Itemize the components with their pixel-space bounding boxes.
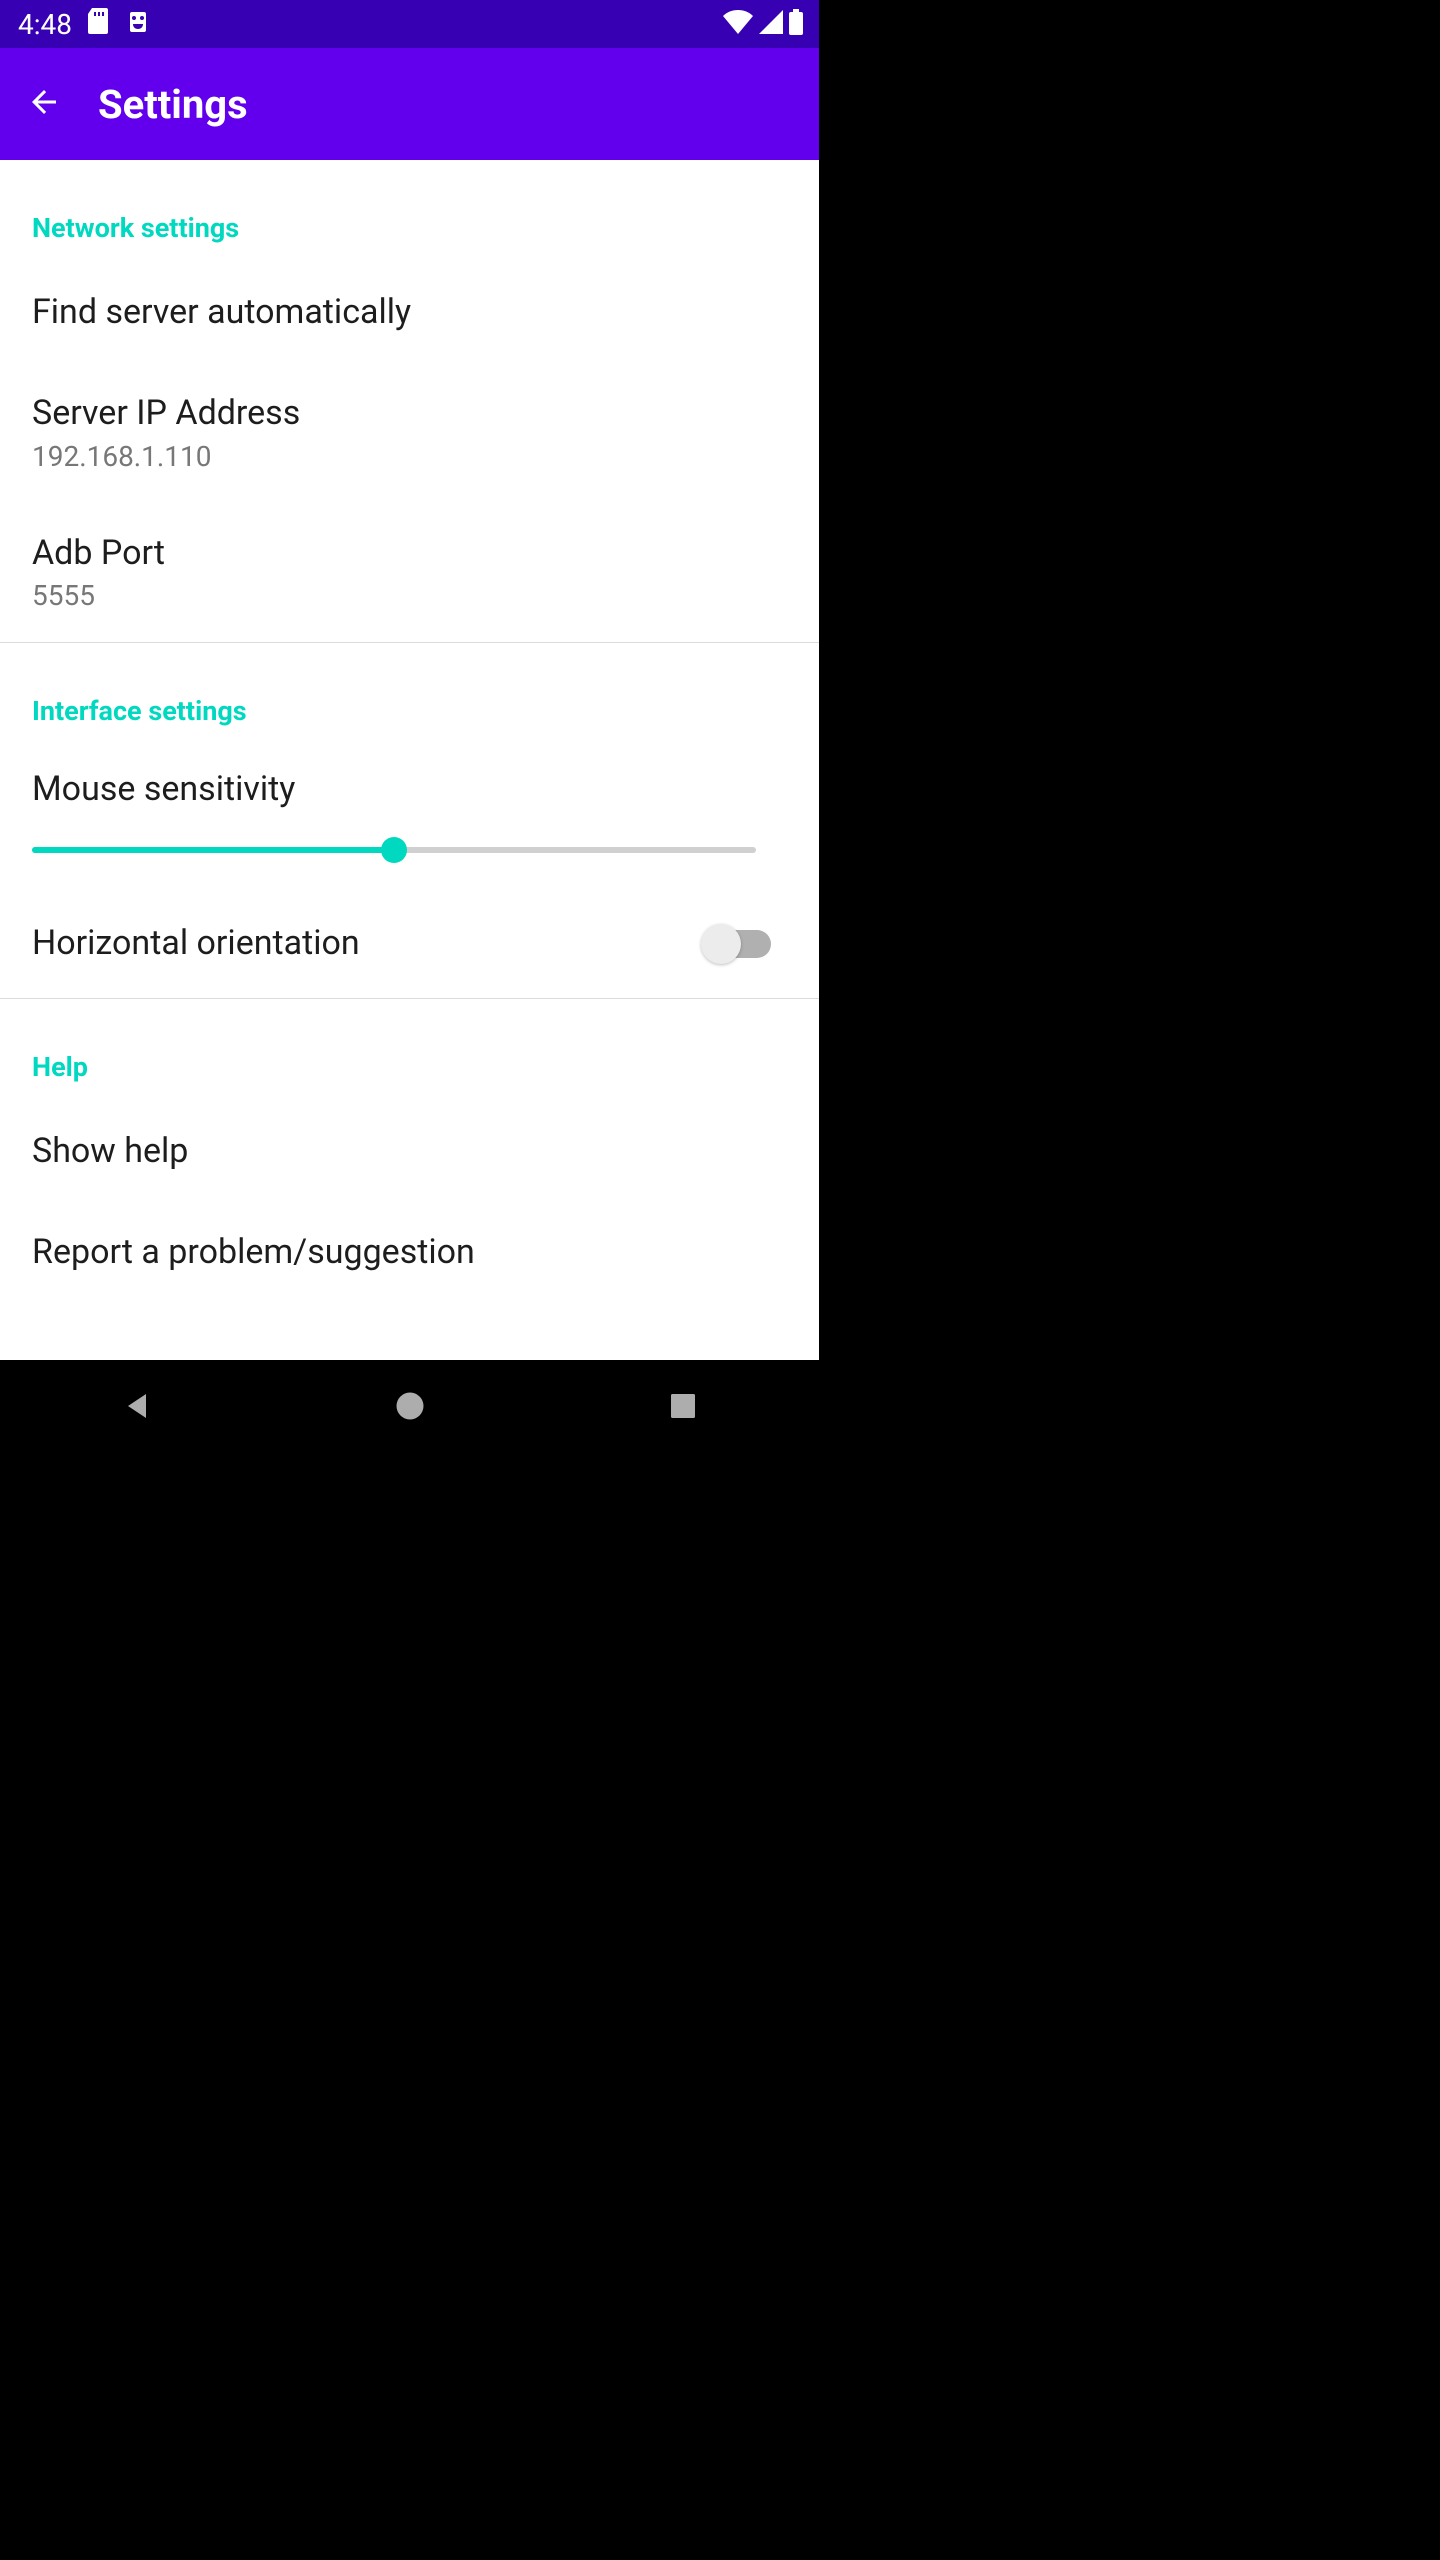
section-header-help: Help [0,999,819,1101]
pref-report-problem[interactable]: Report a problem/suggestion [0,1202,819,1303]
switch-thumb [701,924,741,964]
horizontal-orientation-switch[interactable] [705,930,771,958]
pref-mouse-sensitivity: Mouse sensitivity [0,745,819,893]
pref-find-server[interactable]: Find server automatically [0,262,819,363]
horizontal-orientation-title: Horizontal orientation [32,923,360,964]
report-title: Report a problem/suggestion [32,1232,787,1273]
pref-horizontal-orientation[interactable]: Horizontal orientation [0,893,819,998]
mouse-sensitivity-title: Mouse sensitivity [32,769,787,809]
status-right [723,9,803,39]
pref-find-server-title: Find server automatically [32,292,787,333]
nav-recent-button[interactable] [665,1388,701,1428]
app-status-icon [126,8,150,41]
status-bar: 4:48 [0,0,819,48]
app-bar: Settings [0,48,819,160]
show-help-title: Show help [32,1131,787,1172]
content: Network settings Find server automatical… [0,160,819,1456]
sd-card-icon [88,8,110,41]
page-title: Settings [98,81,248,128]
nav-back-button[interactable] [119,1388,155,1428]
arrow-back-icon [26,84,62,124]
nav-home-button[interactable] [392,1388,428,1428]
navigation-bar [0,1360,819,1456]
slider-fill [32,847,394,853]
mouse-sensitivity-slider[interactable] [32,847,756,853]
pref-server-ip-value: 192.168.1.110 [32,440,787,473]
pref-adb-port-title: Adb Port [32,533,787,574]
circle-home-icon [392,1409,428,1428]
battery-icon [789,9,803,39]
section-header-interface: Interface settings [0,643,819,745]
pref-adb-port-value: 5555 [32,579,787,612]
settings-list[interactable]: Network settings Find server automatical… [0,160,819,1360]
slider-thumb[interactable] [381,837,407,863]
pref-server-ip-title: Server IP Address [32,393,787,434]
pref-show-help[interactable]: Show help [0,1101,819,1202]
device-frame: 4:48 Settings [0,0,819,1456]
pref-server-ip[interactable]: Server IP Address 192.168.1.110 [0,363,819,503]
cellular-icon [759,10,783,38]
wifi-icon [723,10,753,38]
clock-text: 4:48 [18,8,72,41]
square-recent-icon [665,1409,701,1428]
section-header-network: Network settings [0,160,819,262]
triangle-back-icon [119,1409,155,1428]
back-button[interactable] [20,80,68,128]
status-left: 4:48 [18,8,150,41]
pref-adb-port[interactable]: Adb Port 5555 [0,503,819,643]
